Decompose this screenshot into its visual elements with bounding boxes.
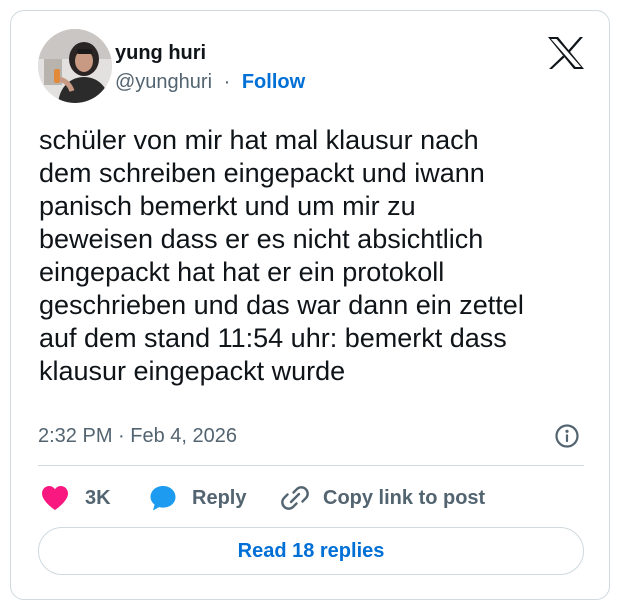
heart-icon [42, 486, 68, 510]
tweet-timestamp[interactable]: 2:32 PM · Feb 4, 2026 [38, 424, 237, 448]
author-name[interactable]: yung huri [115, 41, 206, 65]
like-count: 3K [85, 486, 111, 509]
x-logo-icon[interactable] [547, 36, 585, 70]
profile-photo-icon [38, 29, 112, 103]
tweet-line: dem schreiben eingepackt und iwann [39, 158, 485, 188]
tweet-line: panisch bemerkt und um mir zu [39, 191, 416, 221]
divider [38, 465, 584, 466]
tweet-line: beweisen dass er es nicht absichtlich [39, 224, 484, 254]
info-icon[interactable] [554, 423, 580, 449]
author-handle-row: @yunghuri · Follow [115, 70, 305, 94]
tweet-text: schüler von mir hat mal klausur nach dem… [39, 124, 589, 388]
author-handle[interactable]: @yunghuri [115, 71, 212, 93]
reply-label: Reply [192, 486, 247, 509]
reply-button[interactable]: Reply [149, 483, 246, 513]
like-button[interactable]: 3K [41, 483, 111, 513]
tweet-line: schüler von mir hat mal klausur nach [39, 125, 479, 155]
handle-separator: · [223, 71, 231, 93]
copy-link-button[interactable]: Copy link to post [281, 483, 485, 513]
link-icon [281, 486, 309, 510]
copy-link-label: Copy link to post [323, 486, 486, 509]
reply-bubble-icon [150, 486, 176, 511]
avatar[interactable] [38, 29, 112, 103]
tweet-line: auf dem stand 11:54 uhr: bemerkt dass [39, 323, 507, 353]
tweet-line: klausur eingepackt wurde [39, 356, 346, 386]
read-replies-button[interactable]: Read 18 replies [38, 527, 584, 575]
follow-button[interactable]: Follow [242, 71, 305, 93]
tweet-line: geschrieben und das war dann ein zettel [39, 290, 524, 320]
tweet-card: yung huri @yunghuri · Follow schüler von… [10, 10, 610, 600]
tweet-line: eingepackt hat hat er ein protokoll [39, 257, 445, 287]
